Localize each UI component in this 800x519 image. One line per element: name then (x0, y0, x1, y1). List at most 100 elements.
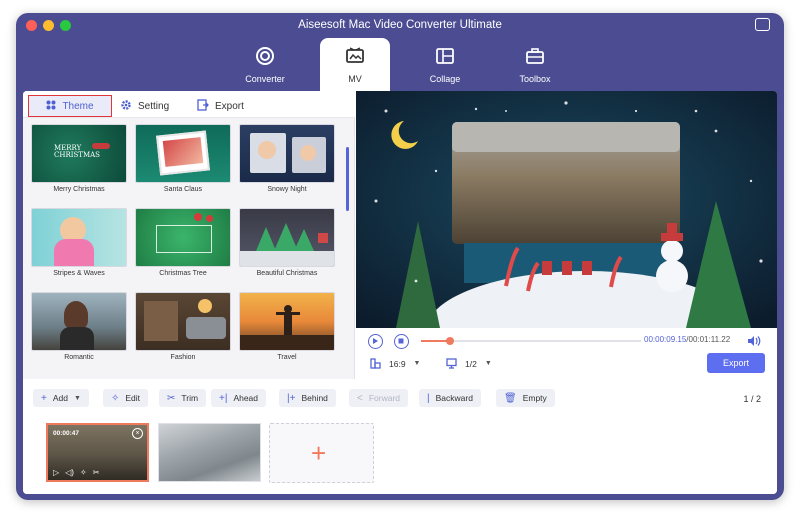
trim-button[interactable]: ✂ Trim (159, 389, 207, 407)
volume-icon[interactable]: ◁) (65, 468, 74, 477)
backward-icon: | (427, 392, 430, 404)
behind-button[interactable]: |+ Behind (279, 389, 336, 407)
progress-bar[interactable] (421, 337, 641, 345)
behind-label: Behind (301, 393, 328, 403)
theme-icon (46, 100, 56, 113)
theme-item[interactable]: Fashion (135, 292, 231, 361)
edit-button[interactable]: ✧ Edit (103, 389, 149, 407)
gear-icon (120, 99, 132, 114)
page-counter: 1 / 2 (743, 394, 761, 404)
scissors-icon: ✂ (167, 392, 176, 404)
tab-converter[interactable]: Converter (230, 38, 300, 92)
collage-icon (436, 48, 454, 64)
theme-thumbnail (239, 124, 335, 183)
theme-thumbnail (31, 208, 127, 267)
aspect-ratio-select[interactable]: 16:9 ▼ (370, 358, 420, 369)
theme-item[interactable]: Santa Claus (135, 124, 231, 193)
feedback-icon[interactable] (755, 13, 770, 31)
theme-item[interactable]: Stripes & Waves (31, 208, 127, 277)
theme-scrollbar[interactable] (346, 147, 349, 211)
title-bar: Aiseesoft Mac Video Converter Ultimate (16, 13, 784, 39)
tab-toolbox-label: Toolbox (519, 74, 551, 84)
theme-label: Christmas Tree (159, 270, 207, 277)
time-display: 00:00:09.15/00:01:11.22 (644, 335, 730, 344)
zoom-select[interactable]: 1/2 ▼ (446, 358, 492, 369)
plus-icon: + (41, 392, 47, 404)
theme-label: Travel (277, 354, 297, 361)
timeline-clip[interactable]: 00:00:47 × ▷ ◁) ✧ ✂ (46, 423, 149, 482)
player-controls: 00:00:09.15/00:01:11.22 16:9 ▼ 1/2 ▼ Exp… (356, 328, 777, 379)
window-title: Aiseesoft Mac Video Converter Ultimate (298, 19, 502, 31)
theme-label: Stripes & Waves (53, 270, 105, 277)
theme-thumbnail (135, 124, 231, 183)
theme-item[interactable]: Snowy Night (239, 124, 335, 193)
subtab-theme-label: Theme (62, 100, 94, 112)
plus-icon: + (311, 438, 327, 468)
ahead-button[interactable]: +| Ahead (211, 389, 267, 407)
play-button[interactable] (368, 334, 383, 349)
theme-item[interactable]: Romantic (31, 292, 127, 361)
magic-wand-icon: ✧ (111, 392, 120, 404)
theme-thumbnail (239, 292, 335, 351)
stop-button[interactable] (394, 334, 409, 349)
converter-icon (256, 47, 274, 65)
backward-button[interactable]: | Backward (419, 389, 481, 407)
clip-duration: 00:00:47 (53, 430, 80, 437)
trim-label: Trim (181, 393, 199, 403)
backward-label: Backward (435, 393, 473, 403)
zoom-value: 1/2 (465, 358, 477, 369)
tab-toolbox[interactable]: Toolbox (500, 38, 570, 92)
subtab-export[interactable]: Export (197, 95, 244, 117)
monitor-icon (446, 358, 457, 369)
video-preview (356, 91, 777, 328)
add-clip-button[interactable]: + (269, 423, 374, 483)
timeline-clip[interactable] (158, 423, 261, 482)
forward-button[interactable]: < Forward (349, 389, 409, 407)
trash-icon: 🗑 (504, 392, 517, 404)
total-time: /00:01:11.22 (686, 335, 731, 344)
theme-thumbnail (135, 208, 231, 267)
theme-item[interactable]: MERRY CHRISTMAS Merry Christmas (31, 124, 127, 193)
close-icon[interactable]: × (132, 428, 143, 439)
chevron-down-icon[interactable]: ▼ (74, 395, 81, 402)
theme-item[interactable]: Christmas Tree (135, 208, 231, 277)
theme-thumbnail: MERRY CHRISTMAS (31, 124, 127, 183)
theme-panel: Theme Setting Export MERRY CHRISTMAS Mer… (23, 91, 355, 379)
stop-icon (398, 338, 404, 344)
edit-label: Edit (125, 393, 141, 403)
theme-thumbnail (135, 292, 231, 351)
app-window: Aiseesoft Mac Video Converter Ultimate C… (16, 13, 784, 500)
timeline: 00:00:47 × ▷ ◁) ✧ ✂ + (23, 414, 777, 494)
tab-mv-label: MV (348, 74, 362, 84)
theme-item[interactable]: Travel (239, 292, 335, 361)
tab-mv[interactable]: MV (320, 38, 390, 94)
theme-label: Beautiful Christmas (256, 270, 318, 277)
play-icon[interactable]: ▷ (53, 468, 59, 477)
volume-icon[interactable] (747, 335, 761, 347)
add-button[interactable]: + Add ▼ (33, 389, 89, 407)
chevron-down-icon: ▼ (484, 360, 492, 367)
scissors-icon[interactable]: ✂ (93, 468, 100, 477)
edit-toolbar: + Add ▼ ✧ Edit ✂ Trim +| Ahead |+ Behind… (23, 379, 777, 414)
theme-item[interactable]: Beautiful Christmas (239, 208, 335, 277)
empty-button[interactable]: 🗑 Empty (496, 389, 555, 407)
play-icon (373, 338, 378, 344)
theme-thumbnail (31, 292, 127, 351)
preview-image (356, 91, 777, 328)
theme-label: Fashion (170, 354, 196, 361)
insert-ahead-icon: +| (219, 392, 228, 404)
subtab-export-label: Export (215, 100, 244, 112)
export-button[interactable]: Export (707, 353, 765, 373)
toolbox-icon (526, 48, 544, 64)
tab-collage[interactable]: Collage (410, 38, 480, 92)
subtab-theme[interactable]: Theme (28, 95, 112, 117)
chevron-down-icon: ▼ (413, 360, 421, 367)
main-content: Theme Setting Export MERRY CHRISTMAS Mer… (23, 91, 777, 494)
progress-handle[interactable] (445, 337, 454, 345)
empty-label: Empty (522, 393, 547, 403)
add-label: Add (52, 393, 68, 403)
edit-icon[interactable]: ✧ (80, 468, 87, 477)
mv-icon (346, 47, 364, 63)
subtab-setting[interactable]: Setting (120, 95, 169, 117)
aspect-ratio-value: 16:9 (389, 358, 406, 369)
